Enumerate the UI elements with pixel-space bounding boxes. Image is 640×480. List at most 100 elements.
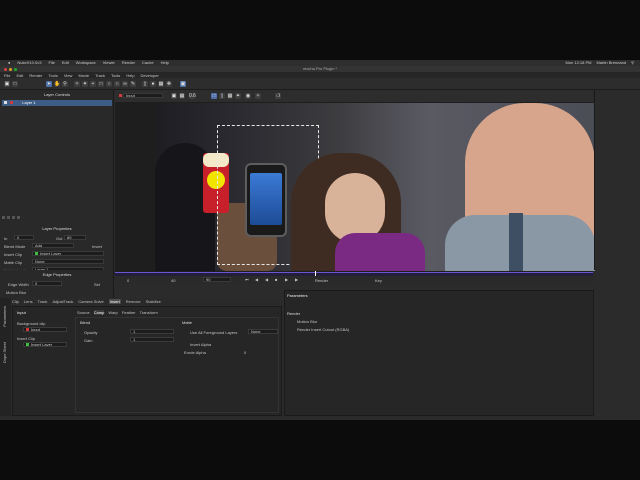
first-frame-icon[interactable]: ⏮ [245, 277, 249, 282]
tab-clip[interactable]: Clip [12, 299, 19, 304]
grid-tool-icon[interactable]: ▦ [158, 81, 164, 87]
magnet-tool-icon[interactable]: ∩ [114, 81, 120, 87]
zoom-select-icon[interactable]: 0.6 [189, 93, 196, 99]
appmenu-view[interactable]: View [64, 73, 73, 78]
layer-controls-panel: Layer Controls Layer 1 Layer Properties … [0, 90, 114, 273]
gain-label: Gain [84, 338, 93, 343]
use-all-fg-label: Use All Foreground Layers [190, 330, 238, 335]
main-toolbar: ▣ □ ➤ ✋ ⚲ ✧ ✦ + □ ○ ∩ ∞ ✎ ▯ ● ▦ ✥ ▣ [0, 78, 640, 90]
tab-stabilize[interactable]: Stabilize [146, 299, 161, 304]
motion-blur-checkbox[interactable]: Motion Blur [297, 319, 317, 324]
tracks-view-icon[interactable]: ✦ [235, 93, 241, 99]
delete-layer-icon[interactable] [17, 216, 20, 219]
appmenu-developer[interactable]: Developer [141, 73, 159, 78]
use-all-fg-select[interactable]: None [248, 329, 278, 334]
add-layer-icon[interactable] [2, 216, 5, 219]
background-clip-label: Background clip [17, 321, 46, 326]
frame-field[interactable]: 90 [203, 277, 231, 282]
side-tabs: Parameters Dope Sheet [0, 298, 11, 416]
group-layer-icon[interactable] [12, 216, 15, 219]
xspline-tool-icon[interactable]: ✧ [74, 81, 80, 87]
erode-alpha-value[interactable]: 0 [244, 350, 246, 355]
rect-tool-icon[interactable]: □ [98, 81, 104, 87]
edge-width-field[interactable]: 0 [32, 281, 62, 286]
background-clip-select[interactable]: Input [23, 327, 67, 332]
mattes-view-icon[interactable]: ◉ [245, 93, 251, 99]
hand-tool-icon[interactable]: ✋ [54, 81, 60, 87]
overlay-icon[interactable]: ▦ [179, 93, 185, 99]
minimize-icon[interactable] [9, 67, 12, 71]
gain-field[interactable]: 1 [130, 337, 174, 342]
appmenu-track[interactable]: Track [95, 73, 105, 78]
select-tool-icon[interactable]: ➤ [46, 81, 52, 87]
clip-select[interactable]: Input [123, 93, 163, 98]
zoom-tool-icon[interactable]: ⚲ [62, 81, 68, 87]
appmenu-tools[interactable]: Tools [48, 73, 57, 78]
pin-tool-icon[interactable]: ● [150, 81, 156, 87]
tab-adjusttrack[interactable]: AdjustTrack [52, 299, 73, 304]
insert-clip-select-2[interactable]: Insert Layer [23, 342, 67, 347]
in-field[interactable]: 0 [14, 235, 34, 240]
tab-track[interactable]: Track [38, 299, 48, 304]
insert-clip-select[interactable]: Insert Layer [32, 251, 104, 256]
tab-insert[interactable]: Insert [108, 299, 121, 304]
out-field[interactable]: 89 [64, 235, 86, 240]
view-mode-icon[interactable]: ▣ [171, 93, 177, 99]
appmenu-file[interactable]: File [4, 73, 10, 78]
save-icon[interactable]: ▣ [4, 81, 10, 87]
layer-color-swatch[interactable] [10, 101, 14, 105]
bezier-tool-icon[interactable]: ✦ [82, 81, 88, 87]
viewer-canvas[interactable] [155, 103, 595, 271]
matte-clip-select[interactable]: None [32, 259, 104, 264]
appmenu-tools-2[interactable]: Tools [111, 73, 120, 78]
erode-alpha-label: Erode Alpha [184, 350, 206, 355]
man-tie [509, 213, 523, 271]
frame-start[interactable]: 0 [127, 278, 129, 283]
surface-view-icon[interactable]: ▯ [219, 93, 225, 99]
play-forward-icon[interactable]: ▶ [285, 277, 288, 282]
insert-clip-label: Insert Clip [4, 252, 23, 257]
zoom-icon[interactable] [14, 67, 17, 71]
link-tool-icon[interactable]: ∞ [122, 81, 128, 87]
blend-mode-select[interactable]: Add [32, 243, 74, 248]
close-icon[interactable] [4, 67, 7, 71]
subtab-feather[interactable]: Feather [122, 310, 136, 315]
render-cutout-checkbox[interactable]: Render Insert Cutout (RGBA) [297, 327, 349, 332]
stereo-icon[interactable]: ❍ [275, 93, 281, 99]
tab-dope-sheet[interactable]: Dope Sheet [2, 342, 7, 363]
folder-icon[interactable]: □ [12, 81, 18, 87]
set-button[interactable]: Set [94, 282, 100, 287]
tab-lens[interactable]: Lens [24, 299, 33, 304]
tab-remove[interactable]: Remove [126, 299, 141, 304]
appmenu-render[interactable]: Render [29, 73, 42, 78]
appmenu-edit[interactable]: Edit [16, 73, 23, 78]
prev-key-icon[interactable]: ◀ [255, 277, 258, 282]
subtab-source[interactable]: Source [77, 310, 90, 315]
move-tool-icon[interactable]: ✥ [166, 81, 172, 87]
grid-view-icon[interactable]: ▦ [227, 93, 233, 99]
play-back-icon[interactable]: ◀ [265, 277, 268, 282]
subtab-transform[interactable]: Transform [140, 310, 158, 315]
planar-icon[interactable]: ✧ [255, 93, 261, 99]
opacity-field[interactable]: 1 [130, 329, 174, 334]
stop-icon[interactable]: ■ [275, 277, 277, 282]
add-point-icon[interactable]: + [90, 81, 96, 87]
appmenu-movie[interactable]: Movie [78, 73, 89, 78]
subtab-comp[interactable]: Comp [93, 310, 105, 315]
module-tabs: Clip Lens Track AdjustTrack Camera Solve… [12, 298, 282, 305]
screen-tool-icon[interactable]: ▣ [180, 81, 186, 87]
surface-tool-icon[interactable]: ▯ [142, 81, 148, 87]
layer-outlines-icon[interactable]: □ [211, 93, 217, 99]
layer-controls-title: Layer Controls [43, 92, 70, 97]
frame-current[interactable]: 40 [171, 278, 175, 283]
next-key-icon[interactable]: ▶ [295, 277, 298, 282]
circle-tool-icon[interactable]: ○ [106, 81, 112, 87]
appmenu-help[interactable]: Help [126, 73, 134, 78]
tab-camera-solve[interactable]: Camera Solve [78, 299, 103, 304]
subtab-warp[interactable]: Warp [108, 310, 117, 315]
eye-icon[interactable] [4, 101, 7, 105]
duplicate-layer-icon[interactable] [7, 216, 10, 219]
brush-tool-icon[interactable]: ✎ [130, 81, 136, 87]
tab-parameters[interactable]: Parameters [2, 306, 7, 327]
layer-row[interactable]: Layer 1 [2, 100, 112, 106]
